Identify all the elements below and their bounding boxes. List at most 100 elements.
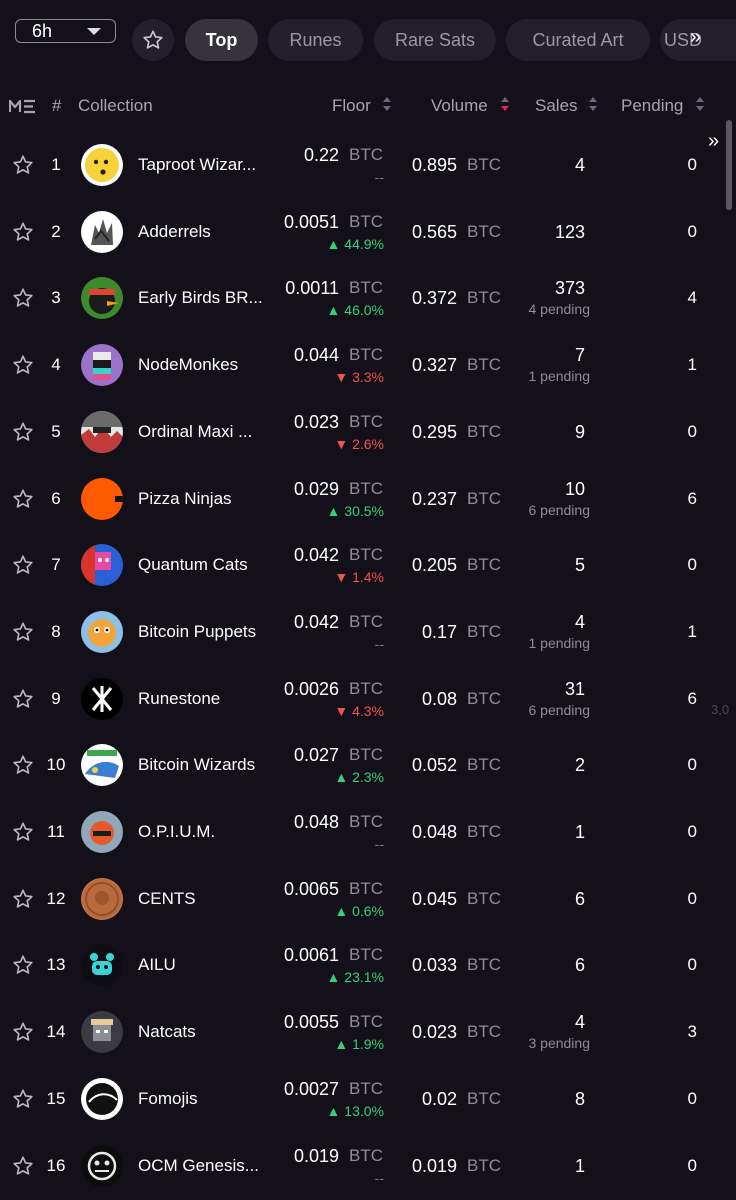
- sort-sales-icon[interactable]: [589, 97, 597, 111]
- favorite-star-icon[interactable]: [12, 1155, 34, 1182]
- favorite-star-icon[interactable]: [12, 754, 34, 781]
- collection-name[interactable]: Fomojis: [138, 1089, 198, 1109]
- collection-avatar[interactable]: [81, 1077, 123, 1120]
- table-row[interactable]: 6 Pizza Ninjas 0.029 BTC ▲ 30.5% 0.237 BTC 10 6 …: [0, 466, 736, 532]
- rank-number: 7: [51, 555, 61, 575]
- collection-name[interactable]: Ordinal Maxi ...: [138, 422, 252, 442]
- volume-unit: BTC: [467, 955, 501, 975]
- collection-name[interactable]: Bitcoin Wizards: [138, 755, 255, 775]
- favorite-star-icon[interactable]: [12, 954, 34, 981]
- floor-price: 0.019: [293, 1145, 339, 1166]
- table-row[interactable]: 15 Fomojis 0.0027 BTC ▲ 13.0% 0.02 BTC 8 0: [0, 1066, 736, 1132]
- floor-unit: BTC: [349, 878, 383, 898]
- scroll-tabs-right-icon[interactable]: »: [690, 26, 701, 49]
- collection-avatar[interactable]: [81, 144, 123, 186]
- collection-avatar[interactable]: [81, 344, 123, 387]
- favorite-star-icon[interactable]: [12, 287, 34, 314]
- favorites-filter-button[interactable]: [132, 19, 174, 61]
- collection-name[interactable]: OCM Genesis...: [138, 1156, 259, 1176]
- triangle-up-icon: ▲: [326, 302, 345, 319]
- table-row[interactable]: 9 Runestone 0.0026 BTC ▼ 4.3% 0.08 BTC 31 6 pend…: [0, 666, 736, 732]
- table-row[interactable]: 2 Adderrels 0.0051 BTC ▲ 44.9% 0.565 BTC 123 0: [0, 199, 736, 265]
- collection-name[interactable]: AILU: [138, 955, 176, 975]
- tab-runes[interactable]: Runes: [268, 19, 363, 61]
- favorite-star-icon[interactable]: [12, 888, 34, 915]
- table-row[interactable]: 16 OCM Genesis... 0.019 BTC -- 0.019 BTC 1 0: [0, 1133, 736, 1199]
- collection-avatar[interactable]: [81, 1011, 123, 1054]
- collection-avatar[interactable]: [81, 744, 123, 787]
- table-row[interactable]: 10 Bitcoin Wizards 0.027 BTC ▲ 2.3% 0.052 BTC 2…: [0, 732, 736, 798]
- collection-name[interactable]: O.P.I.U.M.: [138, 822, 215, 842]
- favorite-star-icon[interactable]: [12, 688, 34, 715]
- collection-avatar[interactable]: [81, 544, 123, 587]
- pending-count: 4: [687, 288, 697, 308]
- favorite-star-icon[interactable]: [12, 821, 34, 848]
- collection-avatar[interactable]: [81, 210, 123, 253]
- pending-count: 6: [687, 488, 697, 508]
- collection-name[interactable]: Taproot Wizar...: [138, 155, 256, 175]
- table-row[interactable]: 7 Quantum Cats 0.042 BTC ▼ 1.4% 0.205 BTC 5 0: [0, 532, 736, 598]
- table-row[interactable]: 3 Early Birds BR... 0.0011 BTC ▲ 46.0% 0.372 B…: [0, 265, 736, 331]
- collection-name[interactable]: Adderrels: [138, 222, 211, 242]
- header-sales[interactable]: Sales: [535, 96, 578, 116]
- pending-count: 0: [687, 221, 697, 241]
- header-pending[interactable]: Pending: [621, 96, 683, 116]
- sort-floor-icon[interactable]: [383, 97, 391, 111]
- header-floor[interactable]: Floor: [332, 96, 371, 116]
- tab-top[interactable]: Top: [185, 19, 258, 61]
- favorite-star-icon[interactable]: [12, 1088, 34, 1115]
- sales-count: 7: [574, 345, 585, 366]
- sales-pending-note: 1 pending: [528, 368, 590, 385]
- collection-avatar[interactable]: [81, 677, 123, 720]
- floor-change-value: 1.9%: [352, 1036, 384, 1053]
- collection-avatar[interactable]: [81, 410, 123, 453]
- collection-avatar[interactable]: [81, 1144, 123, 1187]
- collection-avatar[interactable]: [81, 944, 123, 987]
- sort-volume-icon[interactable]: [501, 97, 509, 111]
- collection-avatar[interactable]: [81, 877, 123, 920]
- table-row[interactable]: 12 CENTS 0.0065 BTC ▲ 0.6% 0.045 BTC 6 0: [0, 866, 736, 932]
- table-row[interactable]: 13 AILU 0.0061 BTC ▲ 23.1% 0.033 BTC 6 0: [0, 932, 736, 998]
- chevron-down-icon: [87, 28, 101, 35]
- collection-name[interactable]: NodeMonkes: [138, 355, 238, 375]
- period-select[interactable]: 6h: [15, 19, 116, 43]
- volume-value: 0.052: [411, 755, 457, 776]
- floor-price: 0.22: [303, 145, 339, 165]
- collection-name[interactable]: Quantum Cats: [138, 555, 248, 575]
- collection-avatar[interactable]: [81, 610, 123, 653]
- table-row[interactable]: 11 O.P.I.U.M. 0.048 BTC -- 0.048 BTC 1 0: [0, 799, 736, 865]
- collection-name[interactable]: Early Birds BR...: [138, 288, 263, 308]
- tab-curated-art[interactable]: Curated Art: [506, 19, 650, 61]
- table-row[interactable]: 1 Taproot Wizar... 0.22 BTC -- 0.895 BTC 4 0: [0, 132, 736, 198]
- sort-pending-icon[interactable]: [696, 97, 704, 111]
- header-volume[interactable]: Volume: [431, 96, 488, 116]
- collection-name[interactable]: Natcats: [138, 1022, 196, 1042]
- period-select-value: 6h: [32, 21, 53, 41]
- volume-value: 0.045: [411, 888, 457, 909]
- collection-avatar[interactable]: [81, 811, 123, 853]
- collection-name[interactable]: Bitcoin Puppets: [138, 622, 256, 642]
- floor-change-value: 3.3%: [352, 369, 384, 386]
- volume-value: 0.327: [411, 355, 457, 376]
- collection-avatar[interactable]: [81, 477, 123, 520]
- collection-avatar[interactable]: [81, 277, 123, 320]
- sales-pending-note: 1 pending: [528, 634, 590, 651]
- favorite-star-icon[interactable]: [12, 354, 34, 381]
- table-row[interactable]: 5 Ordinal Maxi ... 0.023 BTC ▼ 2.6% 0.295 BTC 9…: [0, 399, 736, 465]
- table-row[interactable]: 14 Natcats 0.0055 BTC ▲ 1.9% 0.023 BTC 4 3 pendi…: [0, 999, 736, 1065]
- collection-name[interactable]: CENTS: [138, 889, 196, 909]
- favorite-star-icon[interactable]: [12, 621, 34, 648]
- favorite-star-icon[interactable]: [12, 554, 34, 581]
- tab-rare-sats[interactable]: Rare Sats: [374, 19, 496, 61]
- volume-value: 0.205: [411, 555, 457, 576]
- collection-name[interactable]: Runestone: [138, 689, 220, 709]
- rank-number: 5: [51, 421, 61, 441]
- favorite-star-icon[interactable]: [12, 154, 34, 181]
- table-row[interactable]: 4 NodeMonkes 0.044 BTC ▼ 3.3% 0.327 BTC 7 1 pend…: [0, 332, 736, 398]
- favorite-star-icon[interactable]: [12, 1021, 34, 1048]
- collection-name[interactable]: Pizza Ninjas: [138, 489, 232, 509]
- table-row[interactable]: 8 Bitcoin Puppets 0.042 BTC -- 0.17 BTC 4 1 pend…: [0, 599, 736, 665]
- favorite-star-icon[interactable]: [12, 488, 34, 515]
- favorite-star-icon[interactable]: [12, 421, 34, 448]
- favorite-star-icon[interactable]: [12, 221, 34, 248]
